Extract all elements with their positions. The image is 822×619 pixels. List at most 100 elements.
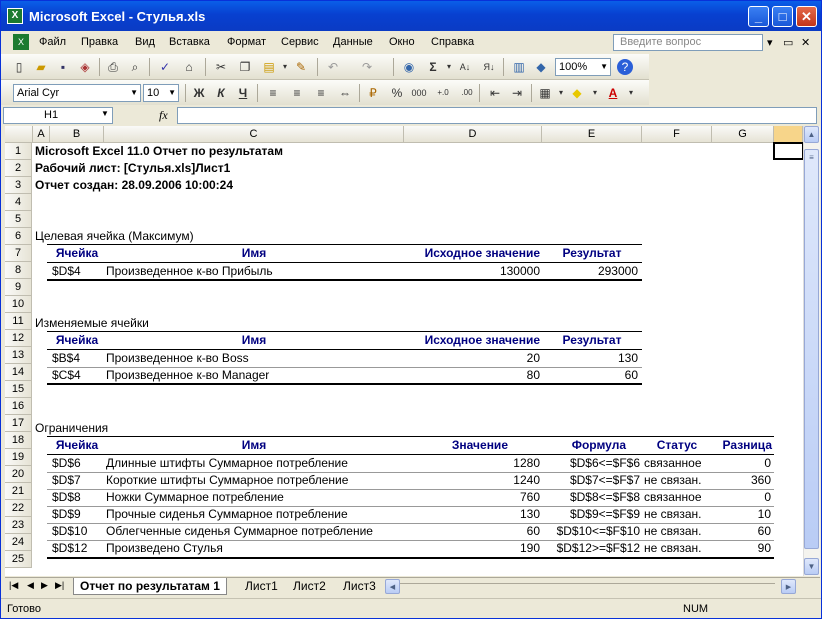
thousands-button[interactable]: 000 — [411, 85, 427, 101]
first-sheet-icon[interactable]: |◀ — [9, 580, 18, 591]
fill-dropdown-icon[interactable]: ▾ — [587, 85, 603, 101]
copy-icon[interactable]: ❐ — [237, 59, 253, 75]
row-header[interactable]: 16 — [5, 398, 32, 415]
paste-dropdown-icon[interactable]: ▾ — [277, 59, 293, 75]
increase-indent-icon[interactable]: ⇥ — [509, 85, 525, 101]
table-cell[interactable]: $D$12>=$F$12 — [542, 540, 640, 557]
paste-icon[interactable]: ▤ — [261, 59, 277, 75]
table-cell[interactable]: $D$10 — [52, 523, 87, 540]
fill-color-icon[interactable]: ◆ — [569, 85, 585, 101]
col-header-g[interactable]: G — [712, 126, 774, 143]
table-cell[interactable]: $D$4 — [52, 263, 81, 280]
menu-data[interactable]: Данные — [333, 36, 373, 48]
autosum-dropdown-icon[interactable]: ▾ — [441, 59, 457, 75]
row-header[interactable]: 2 — [5, 160, 32, 177]
decrease-decimal-icon[interactable]: .00 — [459, 85, 475, 101]
doc-close-icon[interactable]: ✕ — [801, 36, 810, 49]
table-cell[interactable]: $D$10<=$F$10 — [542, 523, 640, 540]
target-header-cell[interactable]: Ячейка — [50, 245, 104, 262]
font-color-dropdown-icon[interactable]: ▾ — [623, 85, 639, 101]
table-cell[interactable]: не связан. — [644, 540, 702, 557]
menu-tools[interactable]: Сервис — [281, 36, 319, 48]
row-header[interactable]: 1 — [5, 143, 32, 160]
row-header[interactable]: 14 — [5, 364, 32, 381]
table-cell[interactable]: $D$7<=$F$7 — [542, 472, 640, 489]
row-header[interactable]: 7 — [5, 245, 32, 262]
row-header[interactable]: 19 — [5, 449, 32, 466]
table-cell[interactable]: $D$7 — [52, 472, 81, 489]
formula-input[interactable] — [177, 107, 817, 124]
row-header[interactable]: 22 — [5, 500, 32, 517]
table-cell[interactable]: 60 — [542, 367, 638, 384]
constraints-section-title[interactable]: Ограничения — [35, 420, 108, 437]
col-header-d[interactable]: D — [404, 126, 542, 143]
workbook-icon[interactable]: X — [13, 34, 29, 50]
table-cell[interactable]: Короткие штифты Суммарное потребление — [106, 472, 348, 489]
table-cell[interactable]: 130 — [404, 506, 540, 523]
changing-header-initial[interactable]: Исходное значение — [404, 332, 542, 349]
changing-header-name[interactable]: Имя — [104, 332, 404, 349]
bold-button[interactable]: Ж — [191, 85, 207, 101]
table-cell[interactable]: Произведенное к-во Manager — [106, 367, 269, 384]
scroll-down-icon[interactable]: ▼ — [804, 558, 819, 575]
constraints-header-cell[interactable]: Ячейка — [50, 437, 104, 454]
table-cell[interactable]: 130 — [542, 350, 638, 367]
table-cell[interactable]: $D$6 — [52, 455, 81, 472]
undo-icon[interactable]: ↶ — [325, 59, 341, 75]
decrease-indent-icon[interactable]: ⇤ — [487, 85, 503, 101]
table-cell[interactable]: Ножки Суммарное потребление — [106, 489, 284, 506]
table-cell[interactable]: $D$9 — [52, 506, 81, 523]
font-color-icon[interactable]: A — [605, 85, 621, 101]
row-header[interactable]: 20 — [5, 466, 32, 483]
table-cell[interactable]: связанное — [644, 489, 702, 506]
prev-sheet-icon[interactable]: ◀ — [27, 580, 34, 591]
table-cell[interactable]: не связан. — [644, 506, 702, 523]
open-icon[interactable]: ▰ — [33, 59, 49, 75]
target-header-initial[interactable]: Исходное значение — [404, 245, 542, 262]
table-cell[interactable]: $D$9<=$F$9 — [542, 506, 640, 523]
table-cell[interactable]: Облегченные сиденья Суммарное потреблени… — [106, 523, 373, 540]
menu-insert[interactable]: Вставка — [169, 36, 210, 48]
cut-icon[interactable]: ✂ — [213, 59, 229, 75]
table-cell[interactable]: Произведенное к-во Прибыль — [106, 263, 273, 280]
select-all-corner[interactable] — [5, 126, 33, 143]
col-header-h[interactable] — [774, 126, 803, 143]
row-header[interactable]: 12 — [5, 330, 32, 347]
table-cell[interactable]: 10 — [712, 506, 771, 523]
borders-dropdown-icon[interactable]: ▾ — [553, 85, 569, 101]
name-box-dropdown-icon[interactable]: ▼ — [101, 109, 109, 118]
target-section-title[interactable]: Целевая ячейка (Максимум) — [35, 228, 194, 245]
col-header-b[interactable]: B — [50, 126, 104, 143]
currency-icon[interactable]: ₽ — [365, 85, 381, 101]
row-header[interactable]: 25 — [5, 551, 32, 568]
table-cell[interactable]: $C$4 — [52, 367, 81, 384]
align-right-icon[interactable]: ≡ — [313, 85, 329, 101]
drawing-icon[interactable]: ◆ — [533, 59, 549, 75]
sort-descending-icon[interactable]: Я↓ — [481, 59, 497, 75]
insert-function-icon[interactable]: fx — [159, 108, 168, 123]
row-header[interactable]: 13 — [5, 347, 32, 364]
constraints-header-name[interactable]: Имя — [104, 437, 404, 454]
row-header[interactable]: 10 — [5, 296, 32, 313]
print-preview-icon[interactable]: ⌕ — [127, 59, 143, 75]
table-cell[interactable]: 0 — [712, 489, 771, 506]
hyperlink-icon[interactable]: ◉ — [401, 59, 417, 75]
table-cell[interactable]: 130000 — [404, 263, 540, 280]
table-cell[interactable]: 60 — [712, 523, 771, 540]
hscroll-left-icon[interactable]: ◀ — [385, 579, 400, 594]
report-date[interactable]: Отчет создан: 28.09.2006 10:00:24 — [35, 177, 233, 194]
name-box[interactable]: H1 — [3, 107, 113, 124]
spelling-icon[interactable]: ✓ — [157, 59, 173, 75]
table-cell[interactable]: Прочные сиденья Суммарное потребление — [106, 506, 348, 523]
col-header-c[interactable]: C — [104, 126, 404, 143]
table-cell[interactable]: 293000 — [542, 263, 638, 280]
align-left-icon[interactable]: ≡ — [265, 85, 281, 101]
changing-header-cell[interactable]: Ячейка — [50, 332, 104, 349]
format-painter-icon[interactable]: ✎ — [293, 59, 309, 75]
row-header[interactable]: 4 — [5, 194, 32, 211]
constraints-header-formula[interactable]: Формула — [542, 437, 642, 454]
next-sheet-icon[interactable]: ▶ — [41, 580, 48, 591]
table-cell[interactable]: $D$12 — [52, 540, 87, 557]
table-cell[interactable]: связанное — [644, 455, 702, 472]
menu-window[interactable]: Окно — [389, 36, 415, 48]
